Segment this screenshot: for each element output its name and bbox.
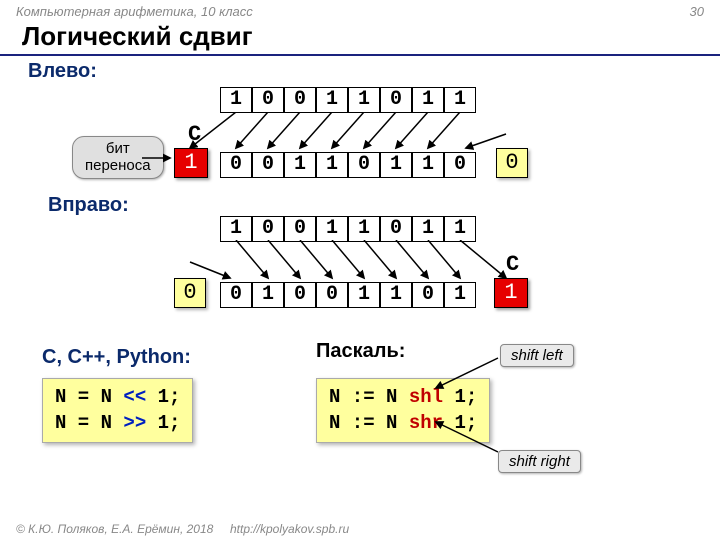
bit-cell: 0 <box>380 216 412 242</box>
code-text: N := N <box>329 412 409 434</box>
right-source-bits: 1 0 0 1 1 0 1 1 <box>220 216 476 242</box>
bit-cell: 0 <box>412 282 444 308</box>
code-text: N = N <box>55 412 123 434</box>
shift-left-arrows <box>170 112 530 152</box>
code-text: 1; <box>146 412 180 434</box>
bit-cell: 1 <box>348 216 380 242</box>
bit-cell: 0 <box>220 152 252 178</box>
bit-cell: 0 <box>284 216 316 242</box>
bit-cell: 1 <box>444 87 476 113</box>
left-dest-bits: 0 0 1 1 0 1 1 0 <box>220 152 476 178</box>
code-text: 1; <box>146 386 180 408</box>
bit-cell: 1 <box>348 282 380 308</box>
code-pascal-box: N := N shl 1; N := N shr 1; <box>316 378 490 443</box>
carry-label-right: C <box>506 252 519 277</box>
fill-bit-left: 0 <box>496 148 528 178</box>
bit-cell: 0 <box>252 152 284 178</box>
bit-cell: 1 <box>348 87 380 113</box>
op-shift-right: >> <box>123 412 146 434</box>
bit-cell: 1 <box>220 87 252 113</box>
bit-cell: 1 <box>444 216 476 242</box>
code-text: N = N <box>55 386 123 408</box>
bit-cell: 0 <box>380 87 412 113</box>
annot-shift-right: shift right <box>498 450 581 473</box>
bit-cell: 0 <box>284 87 316 113</box>
op-shift-left: << <box>123 386 146 408</box>
section-left-label: Влево: <box>0 60 720 83</box>
page-number: 30 <box>690 4 704 19</box>
bit-cell: 1 <box>316 87 348 113</box>
bit-cell: 1 <box>412 216 444 242</box>
lang-c-label: С, C++, Python: <box>42 346 191 369</box>
bit-cell: 1 <box>380 152 412 178</box>
bit-cell: 1 <box>252 282 284 308</box>
carry-badge-line2: переноса <box>85 157 151 174</box>
bit-cell: 0 <box>284 282 316 308</box>
fill-bit-right: 0 <box>174 278 206 308</box>
bit-cell: 0 <box>348 152 380 178</box>
footer-url: http://kpolyakov.spb.ru <box>230 522 349 536</box>
slide-title: Логический сдвиг <box>0 19 720 56</box>
bit-cell: 0 <box>220 282 252 308</box>
left-source-bits: 1 0 0 1 1 0 1 1 <box>220 87 720 113</box>
code-text: 1; <box>443 386 477 408</box>
bit-cell: 0 <box>316 282 348 308</box>
code-text: N := N <box>329 386 409 408</box>
carry-label-left: C <box>188 122 201 147</box>
bit-cell: 1 <box>220 216 252 242</box>
bit-cell: 0 <box>252 216 284 242</box>
bit-cell: 1 <box>444 282 476 308</box>
code-c-box: N = N << 1; N = N >> 1; <box>42 378 193 443</box>
shift-right-arrows <box>170 240 530 282</box>
annot-shift-left: shift left <box>500 344 574 367</box>
bit-cell: 1 <box>412 152 444 178</box>
section-right-label: Вправо: <box>0 194 129 217</box>
carry-bit-right: 1 <box>494 278 528 308</box>
carry-badge-line1: бит <box>106 140 130 157</box>
op-shl: shl <box>409 386 443 408</box>
course-label: Компьютерная арифметика, 10 класс <box>16 4 253 19</box>
bit-cell: 0 <box>252 87 284 113</box>
bit-cell: 1 <box>284 152 316 178</box>
carry-badge: бит переноса <box>72 136 164 179</box>
op-shr: shr <box>409 412 443 434</box>
carry-bit-left: 1 <box>174 148 208 178</box>
bit-cell: 1 <box>316 152 348 178</box>
lang-pascal-label: Паскаль: <box>316 340 405 363</box>
bit-cell: 1 <box>380 282 412 308</box>
code-text: 1; <box>443 412 477 434</box>
footer-copy: © К.Ю. Поляков, Е.А. Ерёмин, 2018 <box>16 522 213 536</box>
bit-cell: 1 <box>316 216 348 242</box>
footer: © К.Ю. Поляков, Е.А. Ерёмин, 2018 http:/… <box>16 522 349 536</box>
right-dest-bits: 0 1 0 0 1 1 0 1 <box>220 282 476 308</box>
bit-cell: 1 <box>412 87 444 113</box>
bit-cell: 0 <box>444 152 476 178</box>
